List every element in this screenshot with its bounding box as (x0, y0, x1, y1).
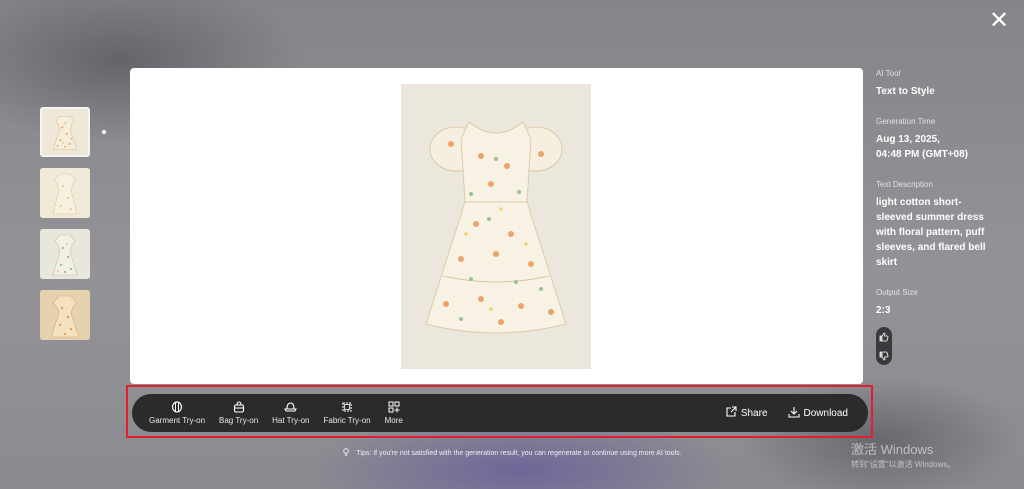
thumbs-up-icon[interactable] (876, 327, 892, 346)
share-button[interactable]: Share (725, 405, 768, 421)
preview-canvas (130, 68, 863, 384)
generation-time-date: Aug 13, 2025, (876, 134, 940, 145)
download-icon (787, 406, 804, 421)
bottom-toolbar: Garment Try-on Bag Try-on Hat Try-on Fab… (132, 394, 868, 432)
text-description-label: Text Description (876, 180, 933, 189)
watermark-title: 激活 Windows (851, 442, 934, 457)
garment-icon (171, 401, 183, 413)
feedback-group (876, 327, 892, 365)
thumbs-down-icon[interactable] (876, 346, 892, 365)
output-size-value: 2:3 (876, 305, 891, 316)
thumbnail-1[interactable] (40, 107, 90, 157)
garment-try-on-label: Garment Try-on (149, 416, 206, 425)
fabric-try-on-label: Fabric Try-on (323, 416, 371, 425)
download-label: Download (803, 407, 848, 419)
share-icon (725, 405, 741, 421)
hat-try-on-button[interactable]: Hat Try-on (272, 401, 310, 425)
hat-icon (284, 401, 298, 413)
ai-tool-value: Text to Style (876, 86, 935, 97)
bag-icon (233, 401, 245, 413)
ai-tool-label: AI Tool (876, 69, 901, 78)
watermark-subtitle: 转到"设置"以激活 Windows。 (851, 460, 956, 469)
bag-try-on-button[interactable]: Bag Try-on (219, 401, 258, 425)
lightbulb-icon (342, 448, 352, 457)
thumbnail-strip (40, 107, 94, 351)
windows-activation-watermark: 激活 Windows 转到"设置"以激活 Windows。 (851, 439, 955, 470)
generation-time-value: Aug 13, 2025, 04:48 PM (GMT+08) (876, 132, 996, 162)
download-button[interactable]: Download (787, 406, 848, 421)
share-label: Share (740, 407, 768, 419)
thumbnail-4[interactable] (40, 290, 90, 340)
more-button[interactable]: More (385, 401, 403, 425)
thumbnail-2[interactable] (40, 168, 90, 218)
close-button[interactable]: ✕ (988, 9, 1010, 33)
bag-try-on-label: Bag Try-on (219, 416, 259, 425)
output-size-label: Output Size (876, 288, 918, 297)
thumbnail-3[interactable] (40, 229, 90, 279)
grid-plus-icon (388, 401, 400, 413)
generation-time-label: Generation Time (876, 117, 936, 126)
fabric-try-on-button[interactable]: Fabric Try-on (324, 401, 371, 425)
hat-try-on-label: Hat Try-on (272, 416, 310, 425)
generation-time-clock: 04:48 PM (GMT+08) (876, 149, 968, 160)
garment-try-on-button[interactable]: Garment Try-on (149, 401, 205, 425)
active-indicator-dot (102, 130, 106, 134)
info-panel: AI Tool Text to Style Generation Time Au… (876, 69, 996, 336)
generated-dress-image (401, 84, 591, 369)
tips-text: Tips: If you're not satisfied with the g… (356, 450, 682, 457)
more-label: More (384, 416, 403, 425)
text-description-value: light cotton short-sleeved summer dress … (876, 197, 986, 268)
fabric-icon (341, 401, 353, 413)
